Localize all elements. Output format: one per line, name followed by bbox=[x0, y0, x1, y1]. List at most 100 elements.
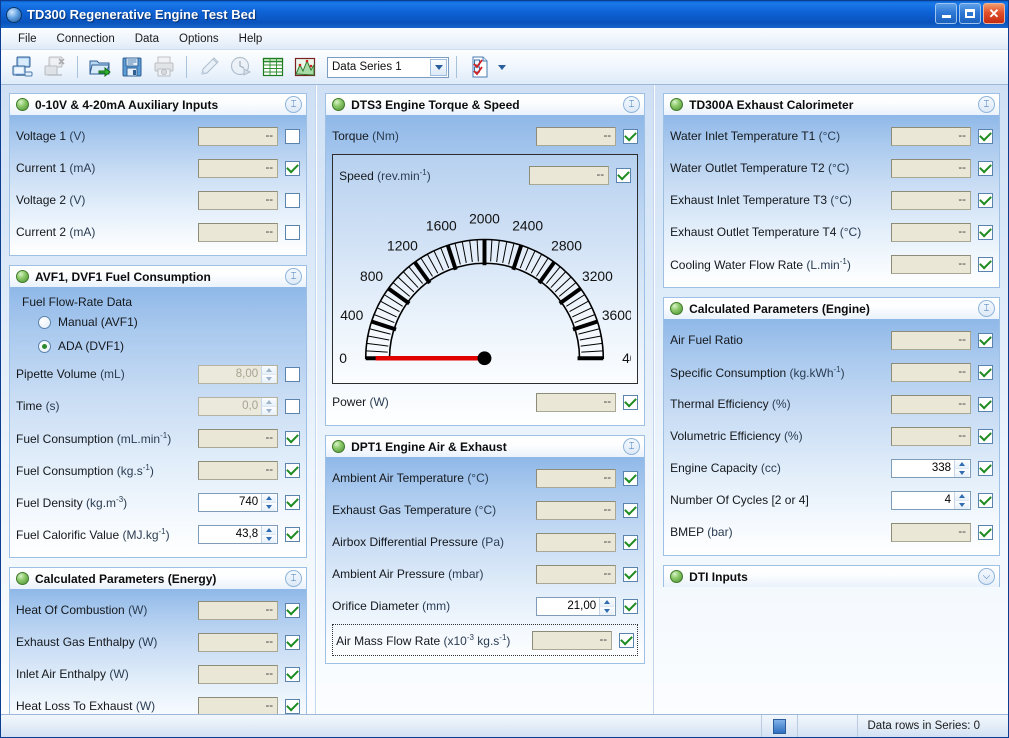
spinner-up-icon[interactable] bbox=[262, 493, 277, 503]
spinner-down-icon[interactable] bbox=[262, 502, 277, 511]
panel-header-air-exhaust[interactable]: DPT1 Engine Air & Exhaust ⌶ bbox=[325, 435, 646, 457]
spinner-up-icon[interactable] bbox=[955, 491, 969, 501]
log-channel-checkbox[interactable] bbox=[285, 666, 301, 682]
log-channel-checkbox[interactable] bbox=[285, 128, 301, 144]
value-spinner[interactable]: 43,8 bbox=[198, 524, 279, 544]
spinner-buttons[interactable] bbox=[954, 491, 969, 509]
value-spinner[interactable]: 4 bbox=[891, 490, 971, 510]
log-channel-checkbox[interactable] bbox=[285, 698, 301, 714]
checklist-icon[interactable] bbox=[464, 53, 494, 82]
log-channel-checkbox[interactable] bbox=[285, 462, 301, 478]
close-button[interactable]: ✕ bbox=[983, 3, 1005, 24]
panel-header-torque-speed[interactable]: DTS3 Engine Torque & Speed ⌶ bbox=[325, 93, 646, 115]
minimize-button[interactable] bbox=[935, 3, 957, 24]
chevron-up-icon[interactable]: ⌶ bbox=[285, 96, 303, 113]
thermometer-icon[interactable] bbox=[194, 53, 224, 82]
resize-grip[interactable] bbox=[994, 715, 1008, 737]
spinner-up-icon[interactable] bbox=[262, 397, 277, 407]
log-channel-checkbox[interactable] bbox=[285, 398, 301, 414]
panel-header-exhaust-calorimeter[interactable]: TD300A Exhaust Calorimeter ⌶ bbox=[663, 93, 1000, 115]
spinner-down-icon[interactable] bbox=[955, 500, 969, 509]
menu-item-connection[interactable]: Connection bbox=[48, 31, 124, 47]
spinner-buttons[interactable] bbox=[261, 525, 277, 543]
spinner-buttons[interactable] bbox=[261, 365, 277, 383]
spinner-down-icon[interactable] bbox=[955, 468, 969, 477]
toolbar-overflow-icon[interactable] bbox=[496, 64, 508, 70]
spinner-up-icon[interactable] bbox=[600, 597, 615, 607]
panel-header-fuel-consumption[interactable]: AVF1, DVF1 Fuel Consumption ⌶ bbox=[9, 265, 308, 287]
log-channel-checkbox[interactable] bbox=[619, 632, 635, 648]
log-channel-checkbox[interactable] bbox=[285, 602, 301, 618]
chevron-up-icon[interactable]: ⌶ bbox=[978, 96, 995, 113]
open-file-icon[interactable] bbox=[85, 53, 115, 82]
radio-option[interactable]: ADA (DVF1) bbox=[16, 334, 300, 358]
spinner-down-icon[interactable] bbox=[600, 606, 615, 615]
disconnect-icon[interactable] bbox=[40, 53, 70, 82]
chevron-up-icon[interactable]: ⌶ bbox=[285, 570, 303, 587]
value-spinner[interactable]: 740 bbox=[198, 492, 279, 512]
chevron-up-icon[interactable]: ⌶ bbox=[285, 268, 303, 285]
clock-icon[interactable] bbox=[226, 53, 256, 82]
log-channel-checkbox[interactable] bbox=[623, 128, 639, 144]
log-channel-checkbox[interactable] bbox=[285, 494, 301, 510]
log-channel-checkbox[interactable] bbox=[978, 256, 993, 272]
log-channel-checkbox[interactable] bbox=[285, 192, 301, 208]
log-channel-checkbox[interactable] bbox=[285, 224, 301, 240]
log-channel-checkbox[interactable] bbox=[285, 634, 301, 650]
connect-icon[interactable] bbox=[8, 53, 38, 82]
menu-item-options[interactable]: Options bbox=[170, 31, 228, 47]
log-channel-checkbox[interactable] bbox=[978, 332, 993, 348]
menu-item-help[interactable]: Help bbox=[230, 31, 272, 47]
log-channel-checkbox[interactable] bbox=[616, 167, 632, 183]
radio-button[interactable] bbox=[38, 339, 51, 353]
log-channel-checkbox[interactable] bbox=[623, 534, 639, 550]
panel-header-dti-inputs[interactable]: DTI Inputs ⌵ bbox=[663, 565, 1000, 587]
chevron-up-icon[interactable]: ⌶ bbox=[623, 96, 641, 113]
log-channel-checkbox[interactable] bbox=[978, 192, 993, 208]
value-spinner[interactable]: 21,00 bbox=[536, 596, 617, 616]
spinner-buttons[interactable] bbox=[599, 597, 615, 615]
menu-item-file[interactable]: File bbox=[9, 31, 46, 47]
spinner-down-icon[interactable] bbox=[262, 374, 277, 383]
spinner-down-icon[interactable] bbox=[262, 406, 277, 415]
data-series-select[interactable]: Data Series 1 bbox=[327, 56, 449, 78]
log-channel-checkbox[interactable] bbox=[978, 364, 993, 380]
log-channel-checkbox[interactable] bbox=[978, 428, 993, 444]
log-channel-checkbox[interactable] bbox=[285, 430, 301, 446]
chevron-down-icon[interactable] bbox=[430, 58, 447, 76]
spinner-down-icon[interactable] bbox=[262, 534, 277, 543]
log-channel-checkbox[interactable] bbox=[285, 526, 301, 542]
log-channel-checkbox[interactable] bbox=[978, 224, 993, 240]
status-grid-icon[interactable] bbox=[762, 715, 798, 737]
log-channel-checkbox[interactable] bbox=[978, 460, 993, 476]
log-channel-checkbox[interactable] bbox=[978, 160, 993, 176]
spinner-buttons[interactable] bbox=[954, 459, 969, 477]
panel-header-calculated-energy[interactable]: Calculated Parameters (Energy) ⌶ bbox=[9, 567, 308, 589]
log-channel-checkbox[interactable] bbox=[623, 394, 639, 410]
chevron-down-icon[interactable]: ⌵ bbox=[978, 568, 995, 585]
log-channel-checkbox[interactable] bbox=[978, 128, 993, 144]
chart-view-icon[interactable] bbox=[290, 53, 320, 82]
panel-header-calculated-engine[interactable]: Calculated Parameters (Engine) ⌶ bbox=[663, 297, 1000, 319]
spinner-buttons[interactable] bbox=[261, 493, 277, 511]
table-view-icon[interactable] bbox=[258, 53, 288, 82]
log-channel-checkbox[interactable] bbox=[623, 470, 639, 486]
log-channel-checkbox[interactable] bbox=[978, 524, 993, 540]
maximize-button[interactable] bbox=[959, 3, 981, 24]
menu-item-data[interactable]: Data bbox=[126, 31, 168, 47]
spinner-up-icon[interactable] bbox=[955, 459, 969, 469]
radio-option[interactable]: Manual (AVF1) bbox=[16, 310, 300, 334]
panel-header-aux-inputs[interactable]: 0-10V & 4-20mA Auxiliary Inputs ⌶ bbox=[9, 93, 308, 115]
log-channel-checkbox[interactable] bbox=[623, 598, 639, 614]
log-channel-checkbox[interactable] bbox=[623, 566, 639, 582]
spinner-buttons[interactable] bbox=[261, 397, 277, 415]
radio-button[interactable] bbox=[38, 315, 51, 329]
spinner-up-icon[interactable] bbox=[262, 525, 277, 535]
save-file-icon[interactable] bbox=[117, 53, 147, 82]
print-icon[interactable] bbox=[149, 53, 179, 82]
chevron-up-icon[interactable]: ⌶ bbox=[623, 438, 641, 455]
chevron-up-icon[interactable]: ⌶ bbox=[978, 300, 995, 317]
log-channel-checkbox[interactable] bbox=[978, 492, 993, 508]
log-channel-checkbox[interactable] bbox=[285, 366, 301, 382]
log-channel-checkbox[interactable] bbox=[285, 160, 301, 176]
